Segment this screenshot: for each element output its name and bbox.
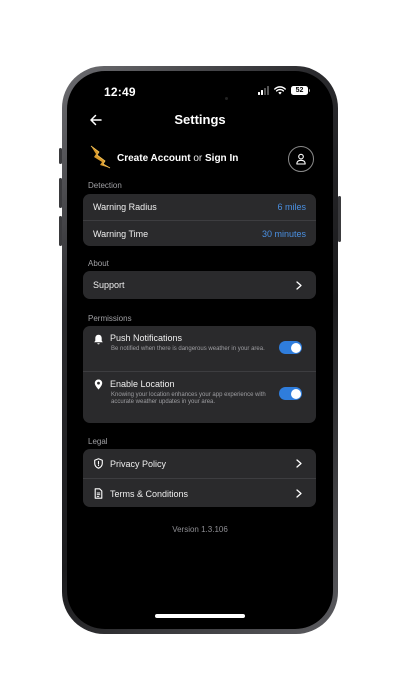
warning-time-value[interactable]: 30 minutes [262, 229, 306, 239]
about-group: Support [83, 271, 316, 299]
shield-icon [94, 458, 103, 469]
section-label-about: About [88, 259, 109, 268]
side-button-volume-down [59, 216, 62, 246]
account-text[interactable]: Create Account or Sign In [117, 153, 238, 164]
detection-group: Warning Radius 6 miles Warning Time 30 m… [83, 194, 316, 246]
push-notifications-toggle[interactable] [279, 341, 302, 354]
side-button-action [59, 148, 62, 164]
warning-radius-label: Warning Radius [93, 202, 157, 212]
or-text: or [190, 153, 205, 164]
chevron-right-icon [296, 281, 302, 290]
bell-icon [94, 334, 103, 345]
person-icon [296, 153, 306, 165]
lightning-logo-icon [90, 145, 111, 169]
terms-conditions-label: Terms & Conditions [110, 489, 189, 499]
permissions-group: Push Notifications Be notified when ther… [83, 326, 316, 423]
signal-icon [258, 86, 269, 95]
app-version: Version 1.3.106 [172, 525, 228, 534]
side-button-volume-up [59, 178, 62, 208]
warning-radius-row[interactable]: Warning Radius 6 miles [83, 194, 316, 220]
warning-time-label: Warning Time [93, 229, 149, 239]
enable-location-description: Knowing your location enhances your app … [111, 392, 266, 406]
wifi-icon [274, 86, 286, 95]
status-icons: 52 [258, 86, 310, 95]
create-account-link[interactable]: Create Account [117, 153, 191, 164]
chevron-right-icon [296, 489, 302, 498]
account-row[interactable]: Create Account or Sign In [67, 144, 333, 176]
section-label-detection: Detection [88, 181, 122, 190]
privacy-policy-row[interactable]: Privacy Policy [83, 449, 316, 478]
document-icon [94, 488, 103, 499]
battery-icon: 52 [291, 86, 310, 95]
support-label: Support [93, 280, 125, 290]
nav-bar: Settings [67, 109, 333, 139]
profile-button[interactable] [288, 146, 314, 172]
status-bar: 12:49 52 [67, 71, 333, 111]
page-title: Settings [174, 112, 226, 127]
app-screen: 12:49 52 Settings Create Account or Sign… [67, 71, 333, 629]
push-notifications-description: Be notified when there is dangerous weat… [111, 346, 265, 352]
warning-radius-value[interactable]: 6 miles [277, 202, 306, 212]
legal-group: Privacy Policy Terms & Conditions [83, 449, 316, 507]
camera-dot [225, 97, 228, 100]
terms-conditions-row[interactable]: Terms & Conditions [83, 478, 316, 507]
home-indicator[interactable] [155, 614, 245, 618]
enable-location-row: Enable Location Knowing your location en… [83, 371, 316, 423]
push-notifications-row: Push Notifications Be notified when ther… [83, 326, 316, 371]
location-pin-icon [94, 379, 103, 390]
side-button-power [338, 196, 341, 242]
section-label-permissions: Permissions [88, 314, 132, 323]
chevron-right-icon [296, 459, 302, 468]
section-label-legal: Legal [88, 437, 108, 446]
enable-location-label: Enable Location [110, 379, 175, 389]
status-time: 12:49 [104, 85, 136, 99]
privacy-policy-label: Privacy Policy [110, 459, 167, 469]
enable-location-toggle[interactable] [279, 387, 302, 400]
support-row[interactable]: Support [83, 271, 316, 299]
push-notifications-label: Push Notifications [110, 333, 183, 343]
warning-time-row[interactable]: Warning Time 30 minutes [83, 220, 316, 246]
sign-in-link[interactable]: Sign In [205, 153, 238, 164]
